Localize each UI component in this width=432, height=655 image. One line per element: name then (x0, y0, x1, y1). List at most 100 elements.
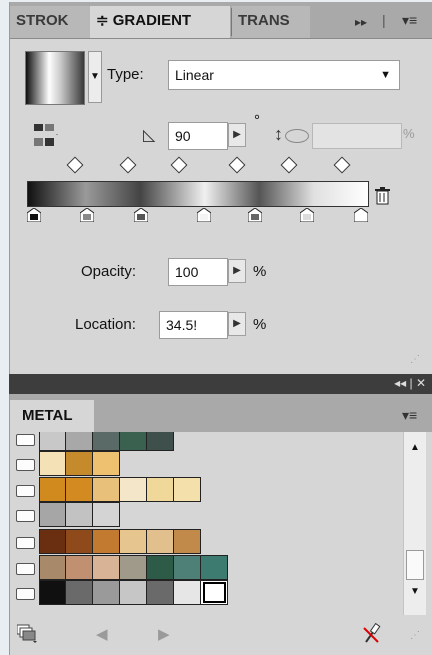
color-swatch[interactable] (120, 477, 147, 502)
scroll-up-arrow-icon[interactable]: ▲ (410, 442, 420, 453)
color-swatch[interactable] (66, 451, 93, 476)
trash-icon[interactable] (375, 187, 391, 205)
color-swatch[interactable] (174, 529, 201, 554)
aspect-ratio-icon: ↕ (274, 124, 283, 144)
opacity-spinner[interactable]: ▶ (228, 259, 246, 283)
color-swatch[interactable] (93, 432, 120, 451)
color-swatch[interactable] (93, 529, 120, 554)
color-stop[interactable] (133, 207, 149, 223)
swatch-group-folder-icon[interactable] (16, 563, 35, 575)
type-select-value: Linear (175, 67, 214, 83)
color-swatch[interactable] (93, 580, 120, 605)
gradient-panel: STROK ≑ GRADIENT TRANS ▸▸ | ▾≡ ▼ Type: L… (9, 2, 432, 374)
color-stop[interactable] (196, 207, 212, 223)
color-swatch[interactable] (39, 580, 66, 605)
swatch-group-folder-icon[interactable] (16, 510, 35, 522)
color-swatch[interactable] (147, 432, 174, 451)
aspect-ratio-input[interactable] (312, 123, 402, 149)
ellipse-icon (285, 129, 309, 143)
next-library-icon[interactable]: ▶ (158, 625, 170, 643)
swatch-group-folder-icon[interactable] (16, 588, 35, 600)
midpoint-diamond[interactable] (228, 156, 246, 174)
color-stop[interactable] (247, 207, 263, 223)
color-swatch[interactable] (93, 555, 120, 580)
color-swatch[interactable] (147, 580, 174, 605)
selected-color-swatch[interactable] (201, 580, 228, 605)
color-swatch[interactable] (39, 432, 66, 451)
color-swatch[interactable] (120, 529, 147, 554)
color-swatch[interactable] (39, 555, 66, 580)
color-swatch[interactable] (39, 529, 66, 554)
tab-stroke[interactable]: STROK (10, 6, 90, 38)
color-swatch[interactable] (66, 555, 93, 580)
color-swatch[interactable] (174, 580, 201, 605)
color-swatch[interactable] (93, 477, 120, 502)
color-swatch[interactable] (66, 432, 93, 451)
chevron-down-icon[interactable]: ▼ (88, 51, 102, 103)
location-input[interactable]: 34.5! (159, 311, 228, 339)
panel-collapse-bar: ◂◂ | ✕ (9, 374, 432, 394)
panel-menu-icon[interactable]: ▾≡ (402, 407, 417, 423)
color-swatch[interactable] (120, 555, 147, 580)
angle-input[interactable]: 90 (168, 122, 228, 150)
color-swatch[interactable] (174, 555, 201, 580)
type-select[interactable]: Linear ▼ (168, 60, 400, 90)
midpoint-diamond[interactable] (170, 156, 188, 174)
color-stop[interactable] (353, 207, 369, 223)
swatch-libraries-menu-icon[interactable] (16, 624, 39, 644)
type-label: Type: (107, 66, 144, 83)
double-arrow-right-icon[interactable]: ▸▸ (355, 14, 367, 30)
color-swatch[interactable] (39, 451, 66, 476)
color-swatch[interactable] (147, 477, 174, 502)
scrollbar-thumb[interactable] (406, 550, 424, 580)
tab-gradient[interactable]: ≑ GRADIENT (90, 6, 230, 38)
resize-grip-icon[interactable]: ⋰ (410, 354, 420, 365)
location-spinner[interactable]: ▶ (228, 312, 246, 336)
color-stop[interactable] (299, 207, 315, 223)
tab-metal[interactable]: METAL (10, 400, 94, 432)
color-swatch[interactable] (66, 529, 93, 554)
midpoint-diamond[interactable] (333, 156, 351, 174)
swatch-group-folder-icon[interactable] (16, 485, 35, 497)
gradient-bar[interactable] (27, 181, 369, 207)
swatch-group-folder-icon[interactable] (16, 434, 35, 446)
swatches-panel: METAL ▾≡ ▲ ▼ ◀ ▶ ⋰ (9, 394, 432, 655)
resize-grip-icon[interactable]: ⋰ (410, 630, 420, 641)
chevron-down-icon: ▼ (380, 69, 391, 81)
color-swatch[interactable] (147, 529, 174, 554)
opacity-input[interactable]: 100 (168, 258, 228, 286)
swatch-group-folder-icon[interactable] (16, 459, 35, 471)
vertical-scrollbar[interactable]: ▲ ▼ (403, 432, 426, 615)
color-swatch[interactable] (93, 451, 120, 476)
color-swatch[interactable] (39, 477, 66, 502)
color-swatch[interactable] (174, 477, 201, 502)
midpoint-diamond[interactable] (280, 156, 298, 174)
location-unit: % (253, 316, 267, 333)
tab-transparency[interactable]: TRANS (232, 6, 310, 38)
color-swatch[interactable] (201, 555, 228, 580)
collapse-icon[interactable]: ◂◂ | ✕ (394, 376, 426, 390)
reverse-gradient-icon[interactable]: → (34, 122, 63, 150)
degree-symbol: ° (254, 112, 260, 129)
color-swatch[interactable] (66, 580, 93, 605)
color-swatch[interactable] (120, 580, 147, 605)
panel-menu-icon[interactable]: ▾≡ (402, 12, 417, 28)
opacity-label: Opacity: (81, 263, 137, 280)
color-stop[interactable] (26, 207, 42, 223)
color-swatch[interactable] (93, 502, 120, 527)
color-swatch[interactable] (120, 432, 147, 451)
midpoint-diamond[interactable] (119, 156, 137, 174)
color-swatch[interactable] (66, 477, 93, 502)
color-swatch[interactable] (66, 502, 93, 527)
angle-spinner[interactable]: ▶ (228, 123, 246, 147)
delete-swatch-icon[interactable] (362, 622, 382, 644)
midpoint-diamond[interactable] (66, 156, 84, 174)
color-swatch[interactable] (39, 502, 66, 527)
gradient-slider[interactable] (26, 156, 369, 223)
scroll-down-arrow-icon[interactable]: ▼ (410, 586, 420, 597)
color-stop[interactable] (79, 207, 95, 223)
color-swatch[interactable] (147, 555, 174, 580)
swatch-group-folder-icon[interactable] (16, 537, 35, 549)
gradient-preview-swatch[interactable] (25, 51, 85, 105)
previous-library-icon[interactable]: ◀ (96, 625, 108, 643)
